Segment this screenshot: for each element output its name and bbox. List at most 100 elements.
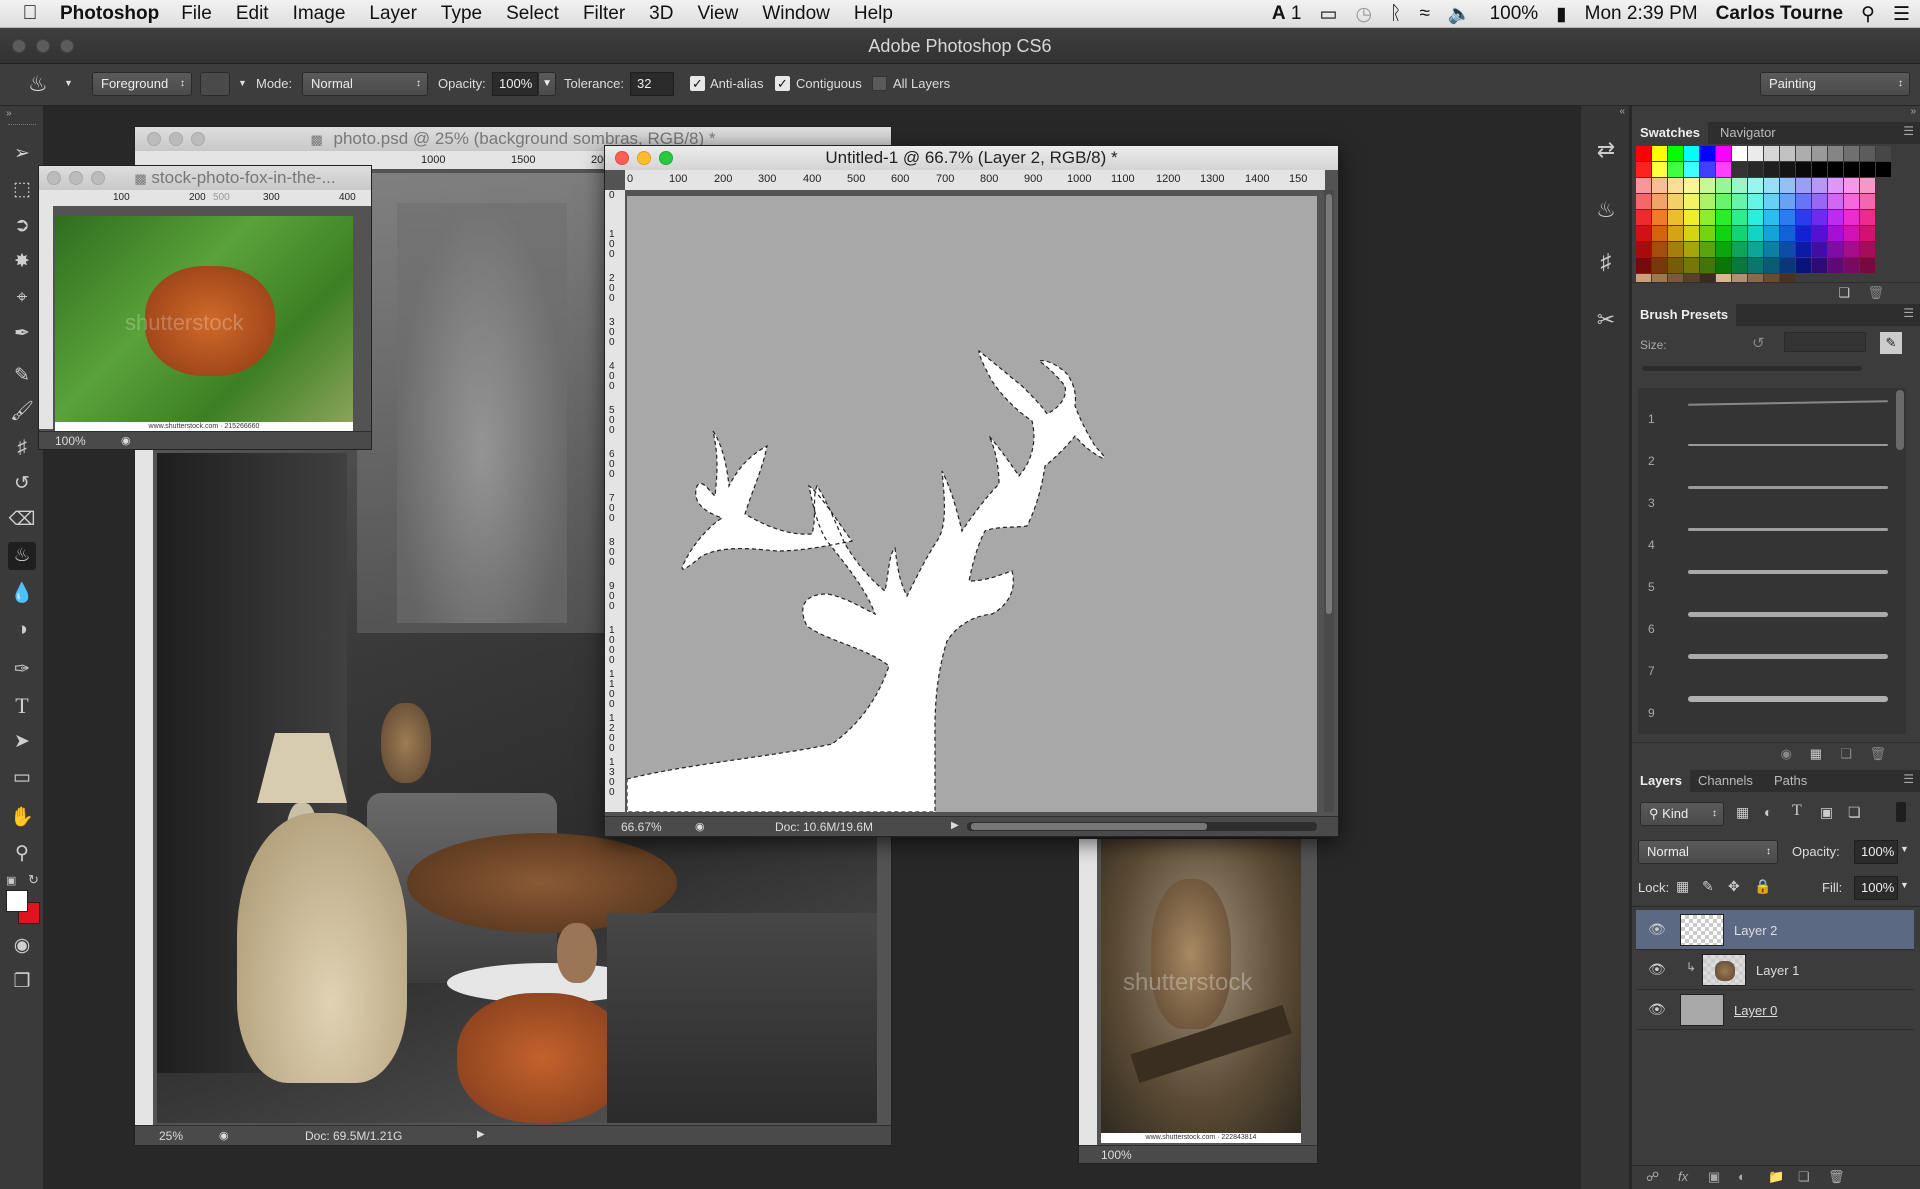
color-swatch[interactable]	[1748, 194, 1763, 209]
color-swatch[interactable]	[1796, 258, 1811, 273]
menu-select[interactable]: Select	[506, 3, 559, 25]
brush-preset-row[interactable]: 6	[1648, 598, 1913, 640]
color-swatch[interactable]	[1636, 162, 1651, 177]
paint-bucket-tool-icon[interactable]: ♨	[8, 542, 36, 570]
filter-shape-icon[interactable]: ▣	[1820, 804, 1833, 821]
color-swatch[interactable]	[1636, 226, 1651, 241]
paint-bucket-tool-preset-icon[interactable]: ♨	[28, 71, 48, 97]
eraser-tool-icon[interactable]: ⌫	[8, 506, 36, 534]
brush-list[interactable]: 1 2 3 4 5 6 7 9	[1638, 388, 1906, 734]
menu-image[interactable]: Image	[293, 3, 346, 25]
color-swatch[interactable]	[1780, 210, 1795, 225]
color-swatch[interactable]	[1700, 146, 1715, 161]
color-swatch[interactable]	[1796, 226, 1811, 241]
menu-window[interactable]: Window	[762, 3, 830, 25]
menu-type[interactable]: Type	[441, 3, 482, 25]
brush-size-input[interactable]	[1784, 332, 1866, 352]
lock-pixels-icon[interactable]: ✎	[1702, 878, 1714, 895]
layer-opacity-input[interactable]: 100%	[1854, 840, 1898, 864]
new-swatch-icon[interactable]: ❏	[1838, 285, 1850, 301]
color-swatch[interactable]	[1684, 194, 1699, 209]
collapse-panel-icon[interactable]: »	[6, 108, 12, 119]
zoom-level[interactable]: 66.67%	[621, 820, 662, 834]
play-icon[interactable]: ▶	[477, 1129, 485, 1140]
brush-panel-icon[interactable]: ✂	[1592, 306, 1620, 334]
brush-preset-row[interactable]: 2	[1648, 430, 1913, 472]
color-swatch[interactable]	[1732, 178, 1747, 193]
menu-help[interactable]: Help	[854, 3, 893, 25]
zoom-level[interactable]: 100%	[55, 434, 86, 448]
color-swatch[interactable]	[1732, 258, 1747, 273]
color-swatch[interactable]	[1812, 194, 1827, 209]
color-swatch[interactable]	[1828, 210, 1843, 225]
color-swatch[interactable]	[1700, 274, 1715, 282]
panel-menu-icon[interactable]: ☰	[1903, 772, 1914, 786]
document-window-owl[interactable]: shutterstock www.shutterstock.com · 2228…	[1078, 838, 1318, 1164]
horizontal-scrollbar-thumb[interactable]	[971, 823, 1207, 830]
move-tool-icon[interactable]: ➢	[8, 140, 36, 168]
menu-app-name[interactable]: Photoshop	[60, 3, 159, 25]
airplay-icon[interactable]: ▭	[1320, 3, 1338, 26]
color-swatch[interactable]	[1764, 242, 1779, 257]
color-swatch[interactable]	[1636, 146, 1651, 161]
menu-3d[interactable]: 3D	[649, 3, 673, 25]
color-swatch[interactable]	[1716, 242, 1731, 257]
color-swatch[interactable]	[1636, 242, 1651, 257]
rectangle-tool-icon[interactable]: ▭	[8, 764, 36, 792]
link-layers-icon[interactable]: ☍	[1646, 1169, 1659, 1185]
color-swatch[interactable]	[1700, 210, 1715, 225]
document-window-fox[interactable]: ▩ stock-photo-fox-in-the-... 500 100 200…	[38, 165, 372, 450]
marquee-tool-icon[interactable]: ⬚	[8, 176, 36, 204]
filter-pixel-icon[interactable]: ▦	[1736, 804, 1749, 821]
brush-list-scrollbar[interactable]	[1896, 390, 1904, 450]
color-swatch[interactable]	[1748, 242, 1763, 257]
color-swatch[interactable]	[1764, 178, 1779, 193]
user-name[interactable]: Carlos Tourne	[1716, 3, 1843, 25]
lasso-tool-icon[interactable]: ➲	[8, 212, 36, 240]
vertical-scrollbar-thumb[interactable]	[1326, 194, 1332, 614]
color-swatch[interactable]	[1748, 210, 1763, 225]
horizontal-scrollbar[interactable]	[967, 822, 1317, 831]
tab-brush-presets[interactable]: Brush Presets	[1632, 304, 1737, 326]
color-swatch[interactable]	[1668, 162, 1683, 177]
color-swatch[interactable]	[1828, 162, 1843, 177]
color-swatch[interactable]	[1828, 194, 1843, 209]
color-swatch[interactable]	[1700, 258, 1715, 273]
color-swatch[interactable]	[1764, 146, 1779, 161]
color-swatch[interactable]	[1780, 226, 1795, 241]
fill-source-select[interactable]: Foreground ↕	[92, 72, 192, 96]
brush-tool-icon[interactable]: 🖌	[8, 398, 36, 426]
spotlight-icon[interactable]: ⚲	[1861, 3, 1875, 26]
path-selection-tool-icon[interactable]: ➤	[8, 728, 36, 756]
panel-grip[interactable]	[8, 124, 36, 127]
reset-size-icon[interactable]: ↺	[1752, 334, 1765, 352]
color-swatch[interactable]	[1732, 242, 1747, 257]
opacity-input[interactable]: 100%	[492, 72, 538, 96]
tool-presets-panel-icon[interactable]: ♨	[1592, 196, 1620, 224]
color-swatch[interactable]	[1796, 242, 1811, 257]
color-swatch[interactable]	[1636, 258, 1651, 273]
color-swatch[interactable]	[1636, 210, 1651, 225]
color-swatch[interactable]	[1636, 194, 1651, 209]
close-window-button[interactable]	[12, 39, 26, 53]
filter-toggle[interactable]	[1896, 802, 1906, 822]
magic-wand-tool-icon[interactable]: ✸	[8, 248, 36, 276]
color-swatch[interactable]	[1780, 258, 1795, 273]
layer-row-layer-1[interactable]: 👁 ↳ Layer 1	[1636, 950, 1914, 990]
color-swatch[interactable]	[1828, 258, 1843, 273]
add-mask-icon[interactable]: ▣	[1708, 1169, 1720, 1185]
color-swatch[interactable]	[1700, 226, 1715, 241]
pen-tool-icon[interactable]: ✑	[8, 656, 36, 684]
hand-tool-icon[interactable]: ✋	[8, 804, 36, 832]
opacity-slider-button[interactable]: ▼	[538, 72, 556, 96]
color-swatch[interactable]	[1812, 226, 1827, 241]
type-tool-icon[interactable]: T	[8, 692, 36, 720]
vertical-ruler[interactable]	[1079, 839, 1097, 1145]
color-swatch[interactable]	[1828, 226, 1843, 241]
document-titlebar[interactable]: Untitled-1 @ 66.7% (Layer 2, RGB/8) *	[605, 146, 1338, 170]
zoom-level[interactable]: 25%	[159, 1129, 183, 1143]
color-swatch[interactable]	[1860, 242, 1875, 257]
document-titlebar[interactable]: ▩ stock-photo-fox-in-the-...	[39, 166, 371, 190]
screen-mode-icon[interactable]: ❐	[8, 968, 36, 996]
tab-layers[interactable]: Layers	[1632, 770, 1690, 792]
